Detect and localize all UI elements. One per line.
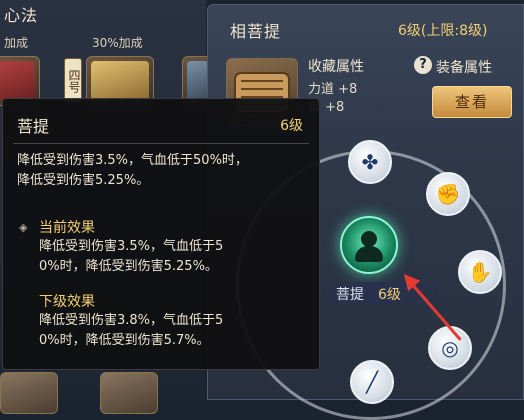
current-effect-text: 降低受到伤害3.5%，气血低于5 0%时，降低受到伤害5.25%。 bbox=[39, 239, 224, 274]
shield-pattern-icon[interactable]: ✤ bbox=[348, 140, 392, 184]
tooltip-description: 降低受到伤害3.5%，气血低于50%时， 降低受到伤害5.25%。 bbox=[17, 153, 248, 188]
palm-icon[interactable]: ✋ bbox=[458, 250, 502, 294]
treasure-card-4[interactable] bbox=[0, 372, 58, 414]
view-button[interactable]: 查看 bbox=[432, 86, 512, 118]
skill-name: 菩提 bbox=[336, 287, 364, 303]
equip-attr-label[interactable]: 装备属性 bbox=[436, 57, 492, 77]
treasure-title: 相菩提 bbox=[230, 22, 282, 41]
current-effect-label: 当前效果 bbox=[39, 220, 95, 236]
left-panel-title: 心法 bbox=[4, 6, 39, 25]
tooltip-title: 菩提 bbox=[17, 117, 50, 136]
treasure-card-2-image bbox=[91, 61, 149, 101]
collect-attr-label: 收藏属性 bbox=[308, 59, 364, 75]
tooltip-divider bbox=[13, 143, 309, 144]
treasure-card-3-image bbox=[187, 61, 209, 101]
treasure-card-1-image bbox=[0, 61, 35, 101]
attr-line-1: 力道 +8 bbox=[308, 82, 358, 97]
treasure-card-5[interactable] bbox=[100, 372, 158, 414]
diamond-bullet-icon: ◈ bbox=[19, 221, 28, 234]
figure-head bbox=[361, 231, 377, 247]
fist-icon[interactable]: ✊ bbox=[426, 172, 470, 216]
skill-level: 6级 bbox=[378, 287, 401, 303]
skill-tooltip: 菩提 6级 降低受到伤害3.5%，气血低于50%时， 降低受到伤害5.25%。 … bbox=[2, 98, 320, 370]
next-effect-text: 降低受到伤害3.8%，气血低于5 0%时，降低受到伤害5.7%。 bbox=[39, 313, 224, 348]
meditating-figure-icon[interactable] bbox=[340, 216, 398, 274]
help-icon[interactable]: ? bbox=[414, 56, 432, 74]
ring-circle-icon[interactable]: ◎ bbox=[428, 326, 472, 370]
bonus-label-right: 30%加成 bbox=[92, 36, 143, 50]
treasure-level: 6级(上限:8级) bbox=[398, 23, 488, 39]
bonus-label-left: 加成 bbox=[4, 36, 29, 50]
treasure-tag: 四号 bbox=[64, 58, 82, 102]
tooltip-level: 6级 bbox=[280, 118, 303, 134]
staff-icon[interactable]: ╱ bbox=[350, 360, 394, 404]
next-effect-label: 下级效果 bbox=[39, 294, 95, 310]
figure-body bbox=[355, 246, 383, 262]
